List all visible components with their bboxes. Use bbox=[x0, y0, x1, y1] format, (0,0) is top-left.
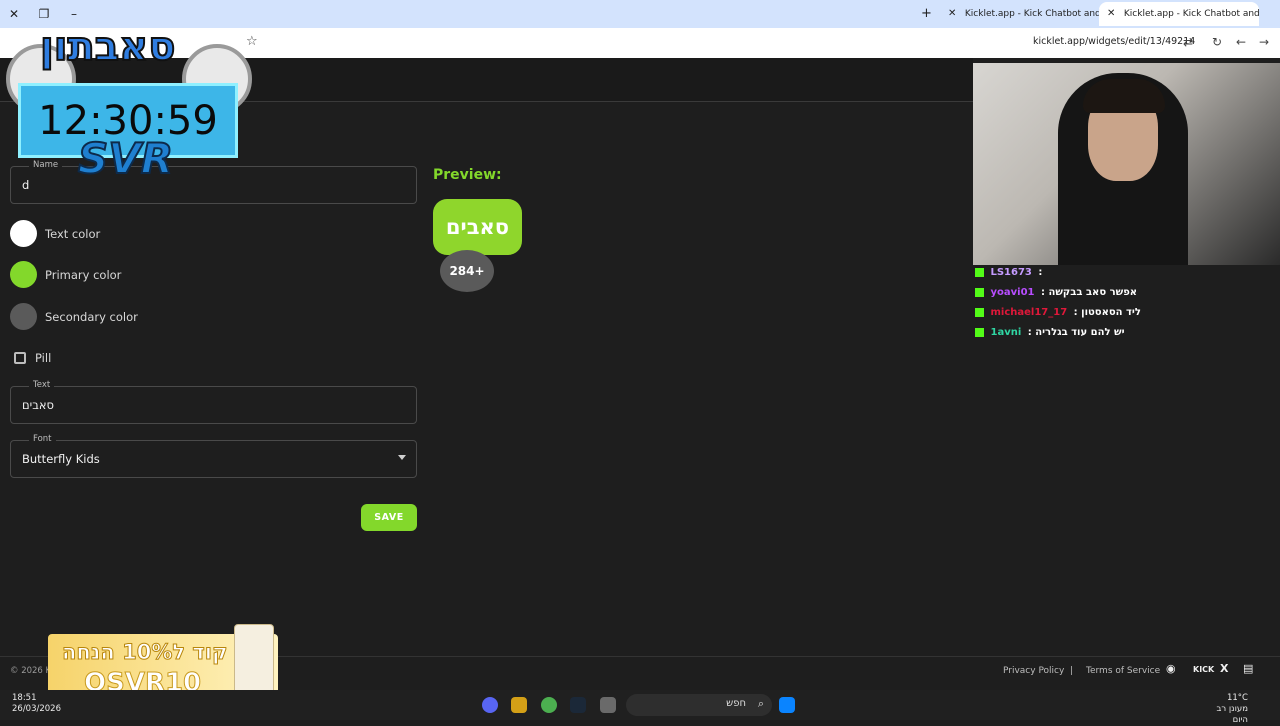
copyright-text: © 2026 Ki bbox=[10, 666, 54, 676]
new-tab-icon[interactable]: + bbox=[921, 6, 932, 21]
weather-text: מעונן רב היום bbox=[1216, 704, 1248, 725]
chat-message: michael17_17 : ליד הסאסטון bbox=[975, 303, 1275, 323]
chat-username: 1avni bbox=[990, 327, 1022, 338]
close-tab-icon[interactable]: ✕ bbox=[1107, 2, 1121, 26]
chat-message: yoavi01 : אפשר סאב בבקשה bbox=[975, 283, 1275, 303]
save-button[interactable]: SAVE bbox=[361, 504, 417, 531]
chat-text: יש להם עוד בגלריה bbox=[1035, 327, 1125, 338]
text-color-label: Text color bbox=[45, 227, 101, 241]
chat-separator: : bbox=[1038, 267, 1043, 278]
privacy-policy-link[interactable]: Privacy Policy bbox=[1003, 666, 1064, 676]
chat-separator: : bbox=[1027, 327, 1032, 338]
discord-icon[interactable]: ◉ bbox=[1166, 662, 1176, 675]
dropdown-arrow-icon[interactable] bbox=[398, 455, 406, 460]
primary-color-label: Primary color bbox=[45, 268, 122, 282]
pill-label: Pill bbox=[35, 351, 52, 365]
forward-icon[interactable]: → bbox=[1259, 35, 1269, 49]
chat-message: 1avni : יש להם עוד בגלריה bbox=[975, 323, 1275, 343]
kick-icon[interactable]: KICK bbox=[1193, 665, 1214, 674]
text-field[interactable]: Text סאבים bbox=[10, 380, 417, 424]
chat-username: michael17_17 bbox=[990, 307, 1068, 318]
chat-message: LS1673 : bbox=[975, 263, 1275, 283]
chat-text: אפשר סאב בבקשה bbox=[1048, 287, 1138, 298]
chat-overlay: LS1673 : yoavi01 : אפשר סאב בבקשה michae… bbox=[975, 263, 1275, 343]
font-value: Butterfly Kids bbox=[22, 452, 100, 466]
search-placeholder: חפש bbox=[726, 698, 746, 709]
text-value: סאבים bbox=[22, 398, 55, 412]
steam-taskbar-icon[interactable] bbox=[570, 697, 586, 713]
taskbar-search[interactable]: חפש ⌕ bbox=[626, 694, 772, 716]
kick-badge-icon bbox=[975, 307, 984, 317]
tab-title: Kicklet.app - Kick Chatbot and bbox=[964, 9, 1100, 19]
preview-label: Preview: bbox=[433, 167, 502, 183]
kick-badge-icon bbox=[975, 327, 984, 337]
taskbar-clock[interactable]: 18:51 26/03/2026 bbox=[12, 693, 61, 715]
font-select[interactable]: Font Butterfly Kids bbox=[10, 434, 417, 478]
tab-kicklet-2[interactable]: ✕ Kicklet.app - Kick Chatbot and bbox=[1099, 2, 1259, 26]
kick-badge-icon bbox=[975, 287, 984, 297]
chat-text: ליד הסאסטון bbox=[1081, 307, 1141, 318]
subathon-timer-overlay: סאבתון 12:30:59 SVR bbox=[0, 0, 260, 190]
close-tab-icon[interactable]: ✕ bbox=[948, 2, 962, 26]
url-field[interactable]: kicklet.app/widgets/edit/13/49214 bbox=[1033, 36, 1195, 47]
secondary-color-swatch[interactable] bbox=[10, 303, 37, 330]
chat-username: yoavi01 bbox=[990, 287, 1035, 298]
kick-badge-icon bbox=[975, 267, 984, 277]
chat-username: LS1673 bbox=[990, 267, 1032, 278]
text-color-swatch[interactable] bbox=[10, 220, 37, 247]
weather-widget[interactable]: 11°C מעונן רב היום bbox=[1200, 693, 1248, 726]
back-icon[interactable]: ← bbox=[1236, 35, 1246, 49]
file-explorer-taskbar-icon[interactable] bbox=[600, 697, 616, 713]
tune-icon[interactable]: ⇄ bbox=[1183, 35, 1193, 49]
webcam-feed bbox=[973, 63, 1280, 265]
tab-kicklet-1[interactable]: ✕ Kicklet.app - Kick Chatbot and bbox=[940, 2, 1100, 26]
secondary-color-label: Secondary color bbox=[45, 310, 138, 324]
reload-icon[interactable]: ↻ bbox=[1212, 35, 1222, 49]
chrome-taskbar-icon[interactable] bbox=[541, 697, 557, 713]
primary-color-swatch[interactable] bbox=[10, 261, 37, 288]
chat-separator: : bbox=[1040, 287, 1045, 298]
taskbar-date: 26/03/2026 bbox=[12, 704, 61, 714]
preview-count: 284+ bbox=[440, 250, 494, 292]
app-taskbar-icon[interactable] bbox=[511, 697, 527, 713]
windows-start-icon[interactable] bbox=[779, 697, 795, 713]
pill-checkbox[interactable] bbox=[14, 352, 26, 364]
svr-brand: SVR bbox=[77, 133, 174, 184]
text-label: Text bbox=[29, 380, 55, 390]
streamer-hair bbox=[1083, 79, 1165, 113]
preview-pill: סאבים bbox=[433, 199, 522, 255]
chat-separator: : bbox=[1073, 307, 1078, 318]
taskbar: 18:51 26/03/2026 חפש ⌕ 11°C מעונן רב היו… bbox=[0, 690, 1280, 725]
font-label: Font bbox=[29, 434, 56, 444]
discord-taskbar-icon[interactable] bbox=[482, 697, 498, 713]
taskbar-time: 18:51 bbox=[12, 693, 37, 703]
search-icon: ⌕ bbox=[757, 697, 764, 710]
subathon-logo: סאבתון bbox=[39, 23, 176, 71]
weather-temp: 11°C bbox=[1226, 693, 1248, 703]
x-icon[interactable]: X bbox=[1220, 662, 1228, 675]
tab-title: Kicklet.app - Kick Chatbot and bbox=[1123, 9, 1259, 19]
document-icon[interactable]: ▤ bbox=[1243, 662, 1253, 675]
terms-of-service-link[interactable]: Terms of Service bbox=[1086, 666, 1160, 676]
promo-line: קוד ל10% הנחה bbox=[61, 640, 228, 665]
footer-separator: | bbox=[1070, 666, 1074, 676]
